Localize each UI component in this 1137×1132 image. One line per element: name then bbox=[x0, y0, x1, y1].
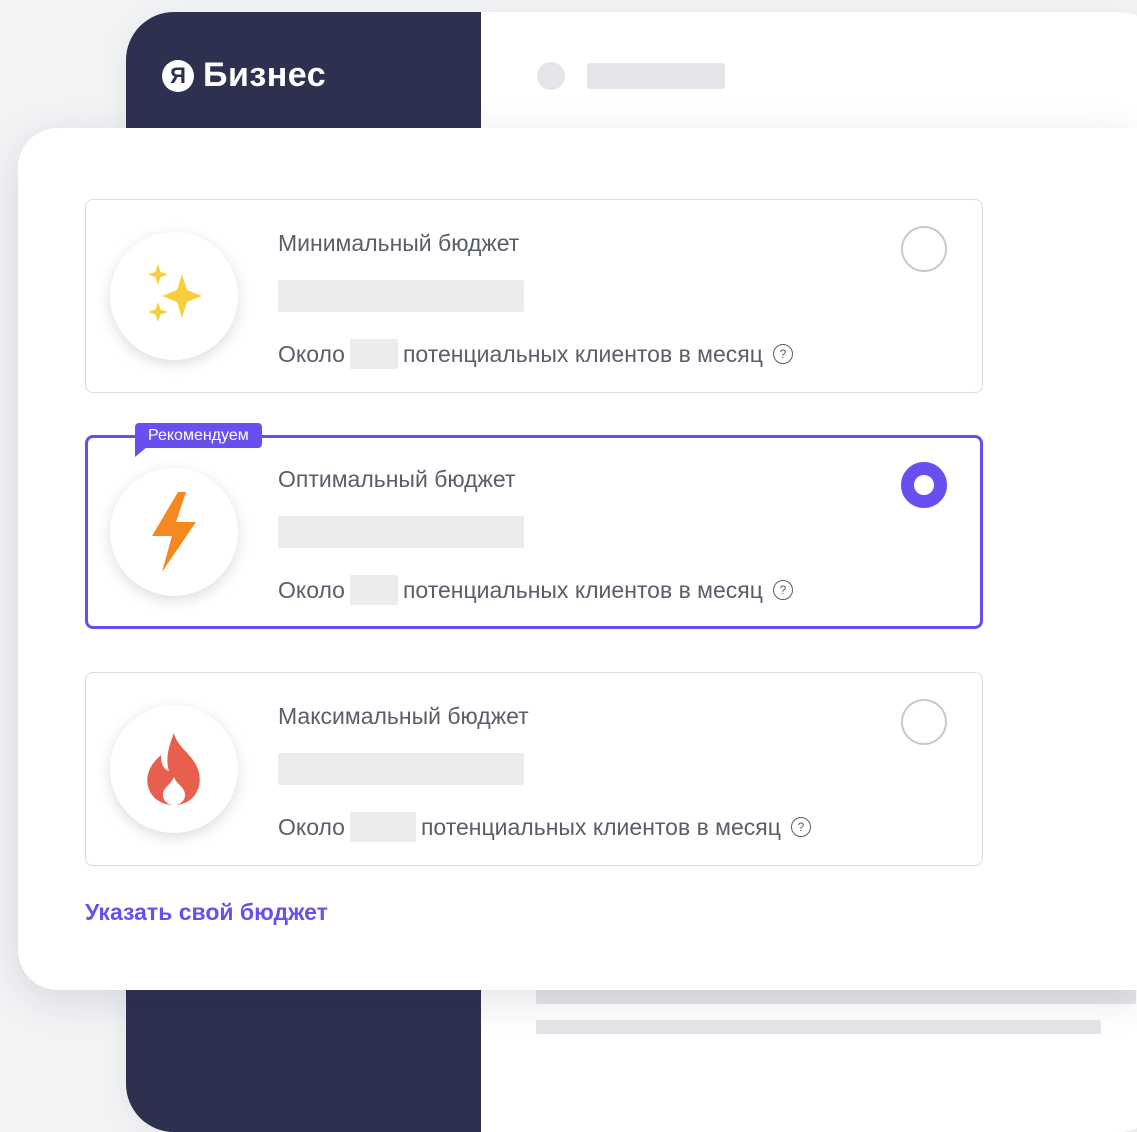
budget-amount-placeholder bbox=[278, 516, 524, 548]
prefix-text: Около bbox=[278, 340, 345, 367]
option-title: Минимальный бюджет bbox=[278, 230, 520, 256]
option-title: Оптимальный бюджет bbox=[278, 466, 516, 492]
lightning-icon bbox=[110, 468, 238, 596]
header-text-placeholder bbox=[587, 63, 725, 89]
fire-icon bbox=[110, 705, 238, 833]
text-placeholder bbox=[536, 990, 1136, 1004]
budget-amount-placeholder bbox=[278, 753, 524, 785]
prefix-text: Около bbox=[278, 813, 345, 840]
budget-amount-placeholder bbox=[278, 280, 524, 312]
suffix-text: потенциальных клиентов в месяц bbox=[402, 576, 763, 603]
budget-option-minimal[interactable]: Минимальный бюджет Около потенциальных к… bbox=[85, 199, 983, 393]
help-icon[interactable]: ? bbox=[772, 580, 793, 600]
bottom-placeholders bbox=[536, 990, 1136, 1050]
option-description: Около потенциальных клиентов в месяц ? bbox=[278, 812, 811, 842]
budget-panel: Минимальный бюджет Около потенциальных к… bbox=[18, 128, 1137, 990]
option-description: Около потенциальных клиентов в месяц ? bbox=[278, 575, 793, 605]
recommended-badge: Рекомендуем bbox=[135, 423, 262, 457]
header-dot-placeholder bbox=[537, 62, 565, 90]
suffix-text: потенциальных клиентов в месяц bbox=[420, 813, 781, 840]
logo-mark: Я bbox=[162, 59, 194, 92]
clients-count-placeholder bbox=[349, 575, 398, 605]
radio-button[interactable] bbox=[901, 699, 947, 745]
radio-button-selected[interactable] bbox=[901, 462, 947, 508]
logo: Я Бизнес bbox=[162, 56, 326, 95]
logo-text: Бизнес bbox=[203, 56, 327, 94]
option-title: Максимальный бюджет bbox=[278, 703, 529, 729]
help-icon[interactable]: ? bbox=[772, 344, 793, 364]
clients-count-placeholder bbox=[349, 812, 416, 842]
prefix-text: Около bbox=[278, 576, 345, 603]
budget-option-optimal[interactable]: Оптимальный бюджет Около потенциальных к… bbox=[85, 435, 983, 629]
radio-button[interactable] bbox=[901, 226, 947, 272]
text-placeholder bbox=[536, 1020, 1101, 1034]
clients-count-placeholder bbox=[349, 339, 398, 369]
help-icon[interactable]: ? bbox=[790, 817, 811, 837]
option-description: Около потенциальных клиентов в месяц ? bbox=[278, 339, 793, 369]
suffix-text: потенциальных клиентов в месяц bbox=[402, 340, 763, 367]
sparkles-icon bbox=[110, 232, 238, 360]
budget-option-maximal[interactable]: Максимальный бюджет Около потенциальных … bbox=[85, 672, 983, 866]
custom-budget-link[interactable]: Указать свой бюджет bbox=[85, 899, 328, 926]
